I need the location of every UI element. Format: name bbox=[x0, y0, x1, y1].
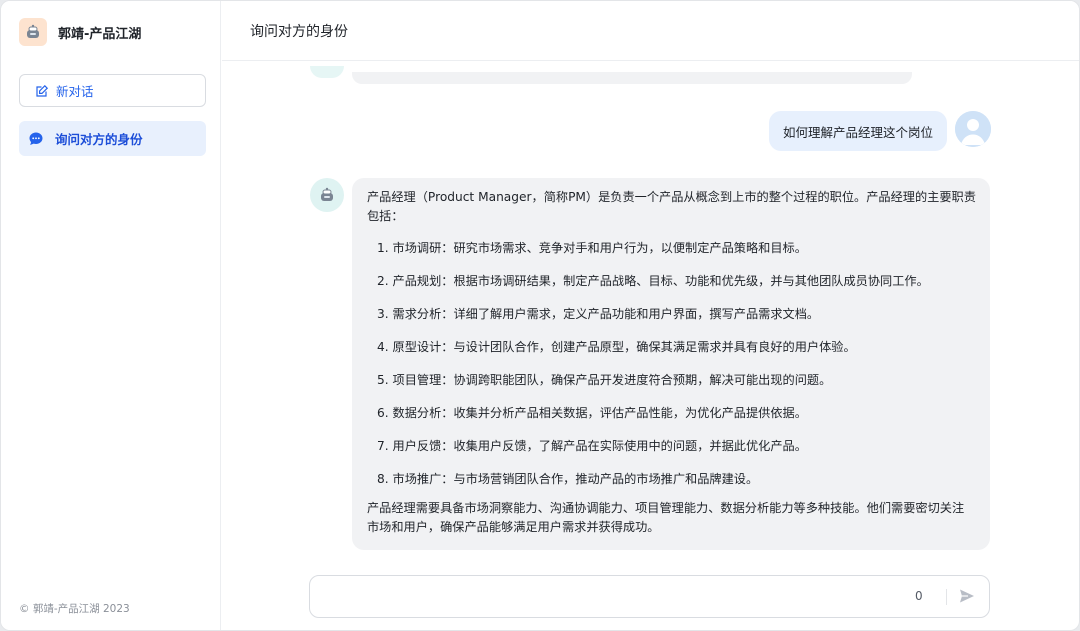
previous-message-bubble bbox=[352, 72, 912, 84]
list-item: 6. 数据分析：收集并分析产品相关数据，评估产品性能，为优化产品提供依据。 bbox=[377, 406, 807, 420]
new-chat-button[interactable]: 新对话 bbox=[19, 74, 206, 107]
robot-pot-icon bbox=[19, 18, 47, 46]
send-button[interactable] bbox=[958, 587, 978, 607]
assistant-outro: 产品经理需要具备市场洞察能力、沟通协调能力、项目管理能力、数据分析能力等多种技能… bbox=[367, 501, 965, 534]
chat-bubble-icon bbox=[28, 131, 44, 147]
page-title: 询问对方的身份 bbox=[250, 23, 348, 40]
message-input-box: 0 bbox=[309, 575, 990, 618]
list-item: 4. 原型设计：与设计团队合作，创建产品原型，确保其满足需求并具有良好的用户体验… bbox=[377, 340, 856, 354]
new-chat-label: 新对话 bbox=[56, 84, 94, 99]
list-item: 3. 需求分析：详细了解用户需求，定义产品功能和用户界面，撰写产品需求文档。 bbox=[377, 307, 820, 321]
edit-icon bbox=[35, 84, 49, 98]
send-icon bbox=[960, 589, 974, 603]
copyright-text: © 郭靖-产品江湖 2023 bbox=[19, 603, 130, 615]
list-item: 1. 市场调研：研究市场需求、竞争对手和用户行为，以便制定产品策略和目标。 bbox=[377, 241, 807, 255]
list-item: 2. 产品规划：根据市场调研结果，制定产品战略、目标、功能和优先级，并与其他团队… bbox=[377, 274, 929, 288]
assistant-message-bubble: 产品经理（Product Manager，简称PM）是负责一个产品从概念到上市的… bbox=[352, 178, 990, 550]
brand: 郭靖-产品江湖 bbox=[19, 17, 141, 47]
user-message: 如何理解产品经理这个岗位 bbox=[768, 111, 991, 152]
chat-header: 询问对方的身份 bbox=[222, 1, 1079, 61]
assistant-list: 1. 市场调研：研究市场需求、竞争对手和用户行为，以便制定产品策略和目标。 2.… bbox=[377, 232, 976, 496]
sidebar-item-conversation[interactable]: 询问对方的身份 bbox=[19, 121, 206, 156]
app-window: 郭靖-产品江湖 新对话 询问对方的身份 © 郭靖-产品江湖 2023 询问对方的… bbox=[0, 0, 1080, 631]
char-count: 0 bbox=[915, 589, 923, 603]
list-item: 7. 用户反馈：收集用户反馈，了解产品在实际使用中的问题，并据此优化产品。 bbox=[377, 439, 807, 453]
input-divider bbox=[946, 589, 947, 605]
sidebar: 郭靖-产品江湖 新对话 询问对方的身份 © 郭靖-产品江湖 2023 bbox=[1, 1, 221, 630]
chat-messages[interactable]: 如何理解产品经理这个岗位 产品经理（Product Manager，简称PM）是… bbox=[222, 62, 1079, 567]
user-avatar-icon bbox=[955, 111, 991, 147]
sidebar-item-label: 询问对方的身份 bbox=[55, 132, 143, 147]
list-item: 8. 市场推广：与市场营销团队合作，推动产品的市场推广和品牌建设。 bbox=[377, 472, 759, 486]
user-message-bubble: 如何理解产品经理这个岗位 bbox=[768, 111, 947, 151]
assistant-intro: 产品经理（Product Manager，简称PM）是负责一个产品从概念到上市的… bbox=[367, 190, 976, 223]
list-item: 5. 项目管理：协调跨职能团队，确保产品开发进度符合预期，解决可能出现的问题。 bbox=[377, 373, 832, 387]
previous-bot-avatar bbox=[310, 66, 344, 78]
bot-avatar-icon bbox=[310, 178, 344, 212]
message-input[interactable] bbox=[322, 582, 882, 612]
brand-name: 郭靖-产品江湖 bbox=[58, 26, 142, 42]
